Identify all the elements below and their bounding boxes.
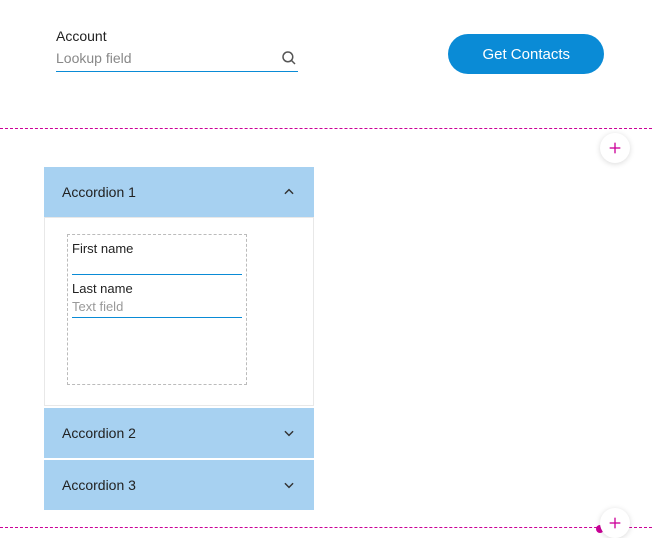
first-name-input[interactable] (72, 259, 242, 275)
first-name-label: First name (72, 241, 242, 256)
plus-icon (607, 515, 623, 531)
account-lookup-input[interactable] (56, 50, 280, 66)
first-name-field: First name (72, 241, 242, 275)
section-divider-bottom (0, 527, 652, 528)
account-lookup-field: Account (56, 28, 298, 72)
accordion-header-2[interactable]: Accordion 2 (44, 408, 314, 458)
last-name-label: Last name (72, 281, 242, 296)
last-name-input[interactable] (72, 297, 242, 318)
section-divider (0, 128, 652, 129)
last-name-field: Last name (72, 281, 242, 318)
accordion-title: Accordion 2 (62, 425, 136, 441)
account-label: Account (56, 28, 298, 44)
add-section-button-bottom[interactable] (600, 508, 630, 538)
accordion-header-3[interactable]: Accordion 3 (44, 460, 314, 510)
accordion-title: Accordion 3 (62, 477, 136, 493)
chevron-down-icon (282, 478, 296, 492)
search-icon[interactable] (280, 49, 298, 67)
accordion-body-1: First name Last name (44, 217, 314, 406)
get-contacts-button[interactable]: Get Contacts (448, 34, 604, 74)
chevron-up-icon (282, 185, 296, 199)
accordion-title: Accordion 1 (62, 184, 136, 200)
accordion-panel: Accordion 1 First name Last name Accordi… (44, 167, 314, 510)
add-section-button[interactable] (600, 133, 630, 163)
field-drop-zone[interactable]: First name Last name (67, 234, 247, 385)
accordion-header-1[interactable]: Accordion 1 (44, 167, 314, 217)
plus-icon (607, 140, 623, 156)
chevron-down-icon (282, 426, 296, 440)
